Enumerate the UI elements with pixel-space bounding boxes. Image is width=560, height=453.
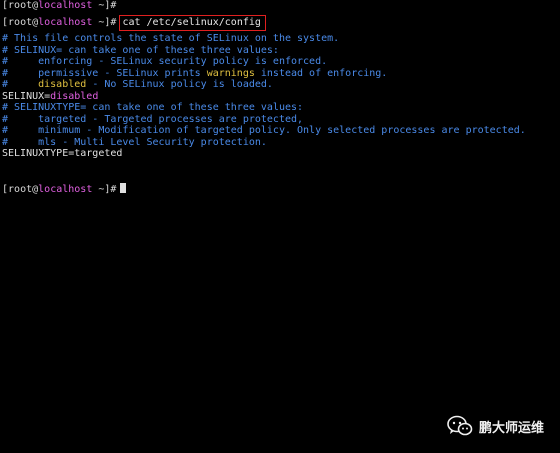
- config-line: # mls - Multi Level Security protection.: [2, 136, 267, 148]
- highlighted-word: warnings: [206, 67, 255, 79]
- watermark: 鹏大师运维: [447, 415, 544, 437]
- text-cursor: [120, 182, 127, 193]
- config-line: # SELINUX= can take one of these three v…: [2, 44, 279, 56]
- config-line: # permissive - SELinux prints warnings i…: [2, 67, 388, 79]
- prompt-line-3[interactable]: [root@localhost ~]#: [2, 182, 558, 195]
- config-line: # targeted - Targeted processes are prot…: [2, 113, 304, 125]
- config-line: # SELINUXTYPE= can take one of these thr…: [2, 102, 304, 113]
- config-setting: SELINUXTYPE=targeted: [2, 148, 123, 159]
- prompt-host: localhost: [38, 17, 93, 28]
- config-line: # enforcing - SELinux security policy is…: [2, 56, 328, 67]
- config-line: # This file controls the state of SELinu…: [2, 33, 340, 44]
- prompt-user: root: [8, 17, 33, 28]
- prompt-host: localhost: [38, 183, 93, 195]
- prompt-line-2: [root@localhost ~]# cat /etc/selinux/conf…: [2, 12, 558, 33]
- highlighted-word: disabled: [38, 79, 87, 90]
- config-line: # minimum - Modification of targeted pol…: [2, 125, 526, 136]
- watermark-text: 鹏大师运维: [478, 420, 544, 436]
- prompt-user: root: [8, 0, 33, 11]
- terminal-output[interactable]: [root@localhost ~]# [root@localhost ~]# c…: [2, 0, 558, 195]
- highlighted-command: cat /etc/selinux/config: [119, 15, 266, 31]
- prompt-line-1: [root@localhost ~]#: [2, 0, 117, 11]
- config-line: # disabled - No SELinux policy is loaded…: [2, 79, 273, 90]
- setting-value: disabled: [50, 90, 99, 102]
- prompt-host: localhost: [38, 0, 93, 11]
- prompt-user: root: [8, 183, 33, 195]
- config-setting: SELINUX=disabled: [2, 90, 99, 102]
- wechat-icon: [447, 415, 473, 436]
